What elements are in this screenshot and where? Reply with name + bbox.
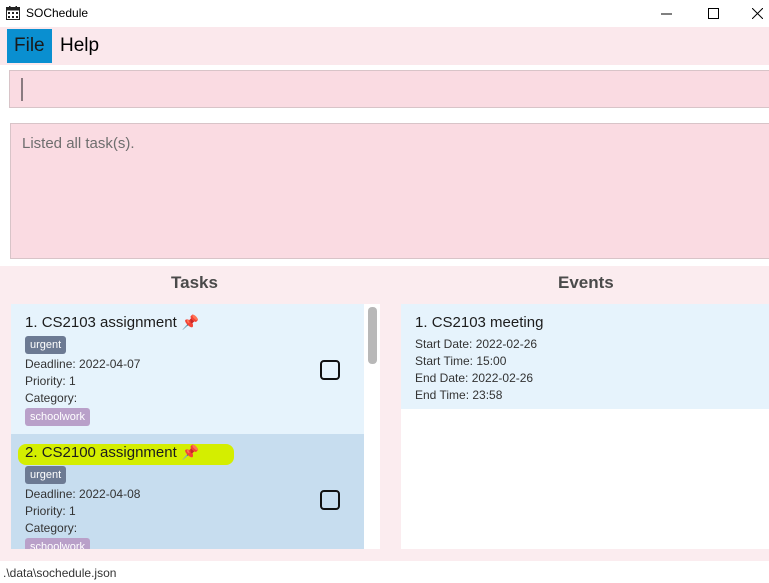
- maximize-button[interactable]: [693, 0, 733, 27]
- menu-bar: File Help: [0, 27, 769, 65]
- task-priority: Priority: 1: [25, 504, 76, 518]
- status-bar: .\data\sochedule.json: [0, 561, 769, 583]
- minimize-icon: [660, 13, 672, 15]
- event-end-time: End Time: 23:58: [415, 388, 503, 402]
- task-name: CS2103 assignment: [41, 314, 177, 331]
- event-card[interactable]: 1. CS2103 meeting Start Date: 2022-02-26…: [401, 304, 769, 409]
- events-header: Events: [558, 273, 614, 292]
- tasks-header: Tasks: [171, 273, 218, 292]
- task-list-scrollbar[interactable]: [364, 304, 380, 549]
- task-complete-checkbox[interactable]: [320, 490, 340, 510]
- calendar-icon: [6, 6, 20, 20]
- tag-urgent: urgent: [25, 466, 67, 484]
- window-title: SOChedule: [26, 6, 89, 20]
- menu-file[interactable]: File: [7, 29, 52, 63]
- task-priority: Priority: 1: [25, 374, 76, 388]
- task-card[interactable]: 1. CS2103 assignment 📌 urgent Deadline: 2…: [11, 304, 364, 434]
- text-caret: [21, 78, 23, 101]
- tag-urgent: urgent: [25, 336, 67, 354]
- save-file-path: .\data\sochedule.json: [3, 566, 117, 580]
- pushpin-icon: 📌: [181, 314, 200, 330]
- result-display[interactable]: Listed all task(s).: [10, 123, 769, 259]
- command-input[interactable]: [9, 70, 769, 108]
- task-name: CS2100 assignment: [41, 444, 177, 461]
- title-bar: SOChedule: [0, 0, 769, 27]
- result-text: Listed all task(s).: [22, 135, 135, 152]
- event-title: 1. CS2103 meeting: [415, 314, 543, 331]
- task-list[interactable]: 1. CS2103 assignment 📌 urgent Deadline: 2…: [11, 304, 380, 549]
- menu-help[interactable]: Help: [53, 29, 106, 63]
- task-index: 1.: [25, 314, 38, 331]
- task-title: 1. CS2103 assignment 📌: [25, 314, 199, 331]
- task-index: 2.: [25, 444, 38, 461]
- pushpin-icon: 📌: [181, 444, 200, 460]
- minimize-button[interactable]: [646, 0, 686, 27]
- lists-container: Tasks Events 1. CS2103 assignment 📌 urgen…: [0, 266, 769, 561]
- event-start-date: Start Date: 2022-02-26: [415, 337, 538, 351]
- close-icon: [751, 8, 763, 19]
- task-category-label: Category:: [25, 521, 78, 535]
- task-deadline: Deadline: 2022-04-07: [25, 357, 141, 371]
- task-deadline: Deadline: 2022-04-08: [25, 487, 141, 501]
- scrollbar-thumb[interactable]: [368, 307, 377, 364]
- task-title: 2. CS2100 assignment 📌: [25, 444, 199, 461]
- event-index: 1.: [415, 314, 428, 331]
- task-category-label: Category:: [25, 391, 78, 405]
- event-list[interactable]: 1. CS2103 meeting Start Date: 2022-02-26…: [401, 304, 769, 549]
- tag-category: schoolwork: [25, 408, 91, 426]
- task-card[interactable]: 2. CS2100 assignment 📌 urgent Deadline: 2…: [11, 434, 364, 549]
- task-complete-checkbox[interactable]: [320, 360, 340, 380]
- event-name: CS2103 meeting: [431, 314, 544, 331]
- close-button[interactable]: [737, 0, 769, 27]
- event-end-date: End Date: 2022-02-26: [415, 371, 534, 385]
- maximize-icon: [707, 8, 719, 19]
- event-start-time: Start Time: 15:00: [415, 354, 507, 368]
- tag-category: schoolwork: [25, 538, 91, 549]
